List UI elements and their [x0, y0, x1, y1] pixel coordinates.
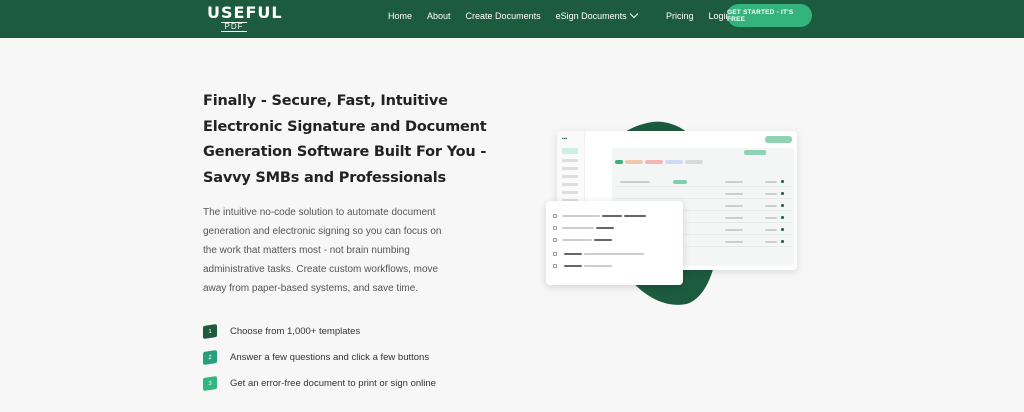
activity-line	[624, 215, 646, 217]
illustration-dot	[781, 192, 784, 195]
illustration-chip	[665, 160, 683, 164]
illustration-chip	[615, 160, 623, 164]
eye-icon	[553, 238, 557, 242]
feature-item: 1 Choose from 1,000+ templates	[203, 318, 436, 344]
illustration-cell	[620, 181, 650, 183]
nav-create-documents[interactable]: Create Documents	[466, 11, 541, 21]
illustration-cell	[725, 229, 743, 231]
illustration-sidebar-item	[562, 183, 578, 186]
activity-item	[553, 251, 644, 257]
illustration-chip	[625, 160, 643, 164]
activity-item	[553, 225, 614, 231]
activity-line	[602, 215, 622, 217]
illustration-chip	[685, 160, 703, 164]
feature-text: Get an error-free document to print or s…	[230, 377, 436, 389]
document-icon	[553, 214, 557, 218]
logo-word: USEFUL	[207, 3, 283, 22]
illustration-cell	[725, 217, 743, 219]
activity-line	[594, 239, 612, 241]
nav-home[interactable]: Home	[388, 11, 412, 21]
activity-line	[562, 215, 600, 217]
step-badge-3: 3	[203, 375, 217, 391]
signature-icon	[553, 264, 557, 268]
feature-list: 1 Choose from 1,000+ templates 2 Answer …	[203, 318, 436, 396]
activity-card-illustration	[546, 201, 683, 285]
illustration-cell	[725, 241, 743, 243]
chevron-down-icon	[629, 9, 638, 19]
activity-line	[584, 253, 644, 255]
illustration-sidebar-item	[562, 159, 578, 162]
feature-item: 3 Get an error-free document to print or…	[203, 370, 436, 396]
nav-about[interactable]: About	[427, 11, 451, 21]
activity-line	[564, 265, 582, 267]
illustration-sidebar-item	[562, 191, 578, 194]
document-icon	[553, 226, 557, 230]
illustration-cell	[765, 217, 777, 219]
illustration-sidebar-item	[562, 175, 578, 178]
feature-text: Choose from 1,000+ templates	[230, 325, 361, 337]
nav-pricing[interactable]: Pricing	[666, 11, 694, 21]
activity-item	[553, 237, 612, 243]
step-badge-1: 1	[203, 323, 217, 339]
nav-esign-documents[interactable]: eSign Documents	[555, 9, 638, 21]
activity-line	[562, 239, 592, 241]
activity-line	[584, 265, 612, 267]
illustration-dot	[781, 180, 784, 183]
illustration-dot	[781, 216, 784, 219]
illustration-cell	[765, 205, 777, 207]
illustration-button	[765, 136, 792, 143]
illustration-dot	[781, 204, 784, 207]
nav-esign-label: eSign Documents	[555, 10, 627, 21]
illustration-cell	[765, 241, 777, 243]
illustration-pill	[673, 180, 687, 184]
illustration-sidebar-item	[562, 148, 578, 154]
logo-sub: PDF	[221, 22, 247, 32]
illustration-row	[615, 178, 791, 187]
illustration-chip	[645, 160, 663, 164]
illustration-dot	[781, 240, 784, 243]
illustration-logo: ▪▪▪	[562, 136, 568, 142]
illustration-cell	[765, 229, 777, 231]
activity-line	[562, 227, 594, 229]
hero-description: The intuitive no-code solution to automa…	[203, 207, 442, 294]
illustration-cell	[725, 181, 743, 183]
illustration-row	[615, 190, 791, 199]
feature-text: Answer a few questions and click a few b…	[230, 351, 430, 363]
illustration-sidebar-item	[562, 167, 578, 170]
activity-item	[553, 263, 612, 269]
feature-item: 2 Answer a few questions and click a few…	[203, 344, 436, 370]
illustration-dot	[781, 228, 784, 231]
illustration-chip	[744, 150, 766, 155]
illustration-cell	[765, 193, 777, 195]
usefulpdf-logo[interactable]: USEFUL PDF	[207, 3, 283, 32]
step-badge-2: 2	[203, 349, 217, 365]
illustration-cell	[765, 181, 777, 183]
activity-line	[596, 227, 614, 229]
hero-headline: Finally - Secure, Fast, Intuitive Electr…	[203, 93, 487, 186]
main-nav: Home About Create Documents eSign Docume…	[388, 0, 652, 31]
get-started-button[interactable]: GET STARTED - IT'S FREE	[727, 4, 812, 27]
illustration-cell	[725, 193, 743, 195]
paperclip-icon	[553, 252, 557, 256]
illustration-cell	[725, 205, 743, 207]
top-navbar: USEFUL PDF Home About Create Documents e…	[0, 0, 1024, 38]
activity-line	[564, 253, 582, 255]
activity-item	[553, 213, 646, 219]
